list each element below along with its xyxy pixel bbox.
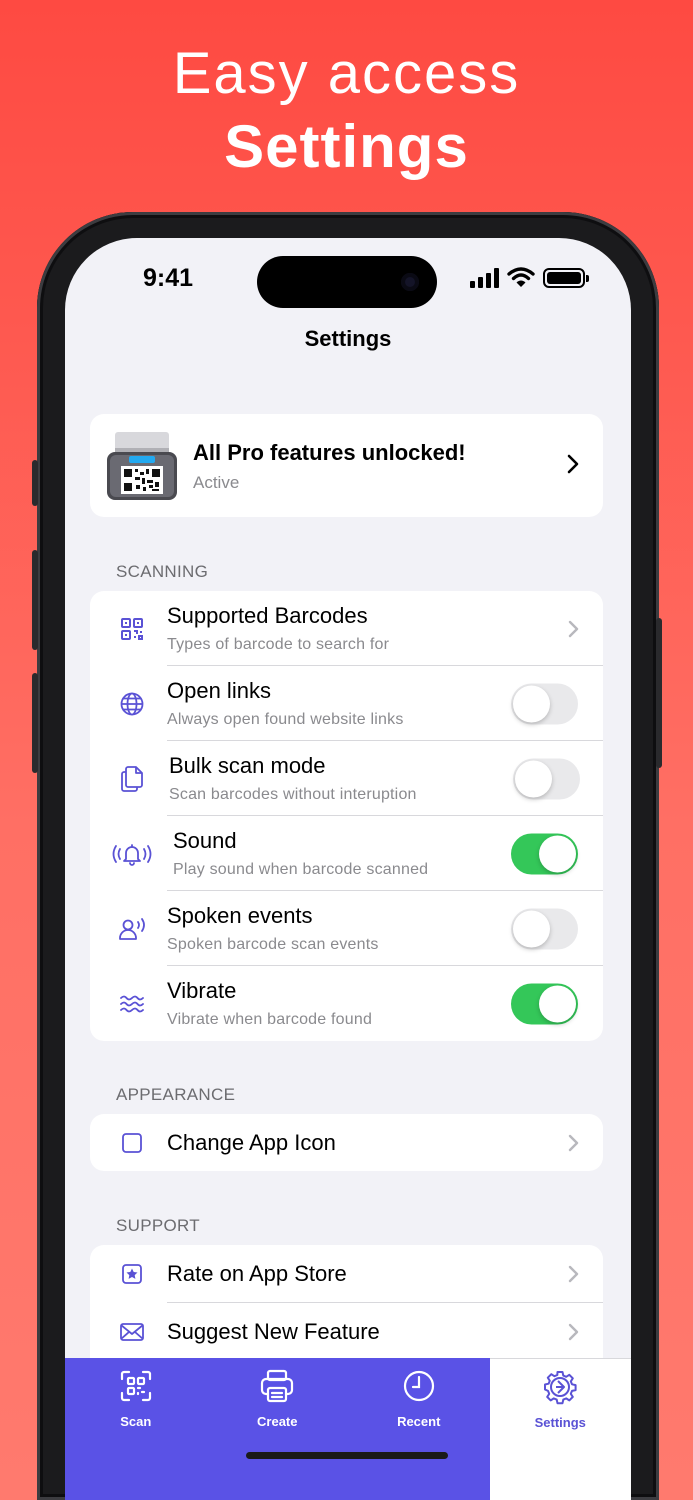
envelope-icon bbox=[112, 1312, 152, 1352]
vibrate-toggle[interactable] bbox=[511, 983, 578, 1024]
tab-scan[interactable]: Scan bbox=[65, 1358, 207, 1500]
waves-icon bbox=[112, 984, 152, 1024]
qrcode-icon bbox=[112, 609, 152, 649]
sound-toggle[interactable] bbox=[511, 833, 578, 874]
person-wave-icon bbox=[112, 909, 152, 949]
chevron-right-icon bbox=[568, 1323, 579, 1341]
row-label: Sound bbox=[173, 828, 237, 853]
chevron-right-icon bbox=[567, 454, 579, 474]
dynamic-island bbox=[257, 256, 437, 308]
row-label: Spoken events bbox=[167, 903, 313, 928]
row-subtitle: Play sound when barcode scanned bbox=[173, 861, 429, 878]
phone-screen: 9:41 Settings All Pro features unlocked!… bbox=[65, 238, 631, 1500]
section-header-scanning: SCANNING bbox=[116, 562, 209, 581]
row-label: Rate on App Store bbox=[167, 1261, 347, 1286]
home-indicator bbox=[246, 1452, 448, 1459]
tab-label: Settings bbox=[534, 1415, 586, 1430]
globe-icon bbox=[112, 684, 152, 724]
bulk-scan-toggle[interactable] bbox=[513, 758, 580, 799]
pro-subtitle: Active bbox=[193, 473, 240, 492]
row-rate-app-store[interactable]: Rate on App Store bbox=[90, 1245, 603, 1303]
clock-icon bbox=[403, 1370, 434, 1402]
page-title: Settings bbox=[304, 326, 392, 351]
volume-down-button bbox=[32, 673, 38, 773]
status-icons bbox=[470, 266, 589, 288]
row-spoken-events: Spoken events Spoken barcode scan events bbox=[90, 891, 603, 966]
row-subtitle: Always open found website links bbox=[167, 711, 404, 728]
row-supported-barcodes[interactable]: Supported Barcodes Types of barcode to s… bbox=[90, 591, 603, 666]
camera-icon bbox=[401, 273, 419, 291]
row-open-links: Open links Always open found website lin… bbox=[90, 666, 603, 741]
row-label: Vibrate bbox=[167, 978, 237, 1003]
row-label: Bulk scan mode bbox=[169, 753, 326, 778]
tab-label: Create bbox=[257, 1414, 298, 1429]
action-button bbox=[32, 460, 38, 506]
documents-icon bbox=[112, 759, 152, 799]
cellular-signal-icon bbox=[470, 268, 499, 288]
power-button bbox=[656, 618, 662, 768]
chevron-right-icon bbox=[568, 1134, 579, 1151]
chevron-right-icon bbox=[568, 1265, 579, 1283]
headline-line-1: Easy access bbox=[172, 41, 521, 106]
pro-title: All Pro features unlocked! bbox=[193, 440, 466, 465]
scanning-group: Supported Barcodes Types of barcode to s… bbox=[90, 591, 603, 1041]
row-sound: Sound Play sound when barcode scanned bbox=[90, 816, 603, 891]
battery-icon bbox=[543, 268, 589, 288]
bell-ringing-icon bbox=[110, 834, 154, 874]
wifi-icon bbox=[507, 267, 535, 287]
row-subtitle: Vibrate when barcode found bbox=[167, 1011, 373, 1028]
row-label: Change App Icon bbox=[167, 1129, 336, 1155]
row-vibrate: Vibrate Vibrate when barcode found bbox=[90, 966, 603, 1041]
headline-line-2: Settings bbox=[224, 113, 469, 180]
tab-recent[interactable]: Recent bbox=[348, 1358, 490, 1500]
scan-icon bbox=[120, 1370, 151, 1402]
row-subtitle: Scan barcodes without interuption bbox=[169, 786, 417, 803]
printer-icon bbox=[261, 1369, 294, 1403]
tab-bar: Scan Create Recent Settings bbox=[65, 1358, 631, 1500]
row-label: Suggest New Feature bbox=[167, 1319, 380, 1344]
app-square-icon bbox=[112, 1123, 152, 1163]
tab-create[interactable]: Create bbox=[206, 1358, 348, 1500]
gear-icon bbox=[544, 1371, 577, 1405]
star-square-icon bbox=[112, 1254, 152, 1294]
section-header-appearance: APPEARANCE bbox=[116, 1085, 236, 1104]
appearance-group: Change App Icon bbox=[90, 1114, 603, 1171]
chevron-right-icon bbox=[568, 620, 579, 637]
section-header-support: SUPPORT bbox=[116, 1216, 200, 1235]
status-time: 9:41 bbox=[143, 264, 194, 292]
row-label: Supported Barcodes bbox=[167, 603, 368, 628]
tab-label: Recent bbox=[397, 1414, 441, 1429]
tab-label: Scan bbox=[120, 1414, 152, 1429]
row-subtitle: Spoken barcode scan events bbox=[167, 936, 379, 953]
tab-settings[interactable]: Settings bbox=[489, 1358, 631, 1500]
barcode-scanner-icon bbox=[107, 432, 177, 500]
volume-up-button bbox=[32, 550, 38, 650]
row-change-app-icon[interactable]: Change App Icon bbox=[90, 1114, 603, 1171]
open-links-toggle[interactable] bbox=[511, 683, 578, 724]
pro-status-card[interactable]: All Pro features unlocked! Active bbox=[90, 414, 603, 517]
row-suggest-feature[interactable]: Suggest New Feature bbox=[90, 1303, 603, 1361]
row-label: Open links bbox=[167, 678, 271, 703]
row-bulk-scan-mode: Bulk scan mode Scan barcodes without int… bbox=[90, 741, 603, 816]
row-subtitle: Types of barcode to search for bbox=[167, 636, 390, 653]
spoken-events-toggle[interactable] bbox=[511, 908, 578, 949]
